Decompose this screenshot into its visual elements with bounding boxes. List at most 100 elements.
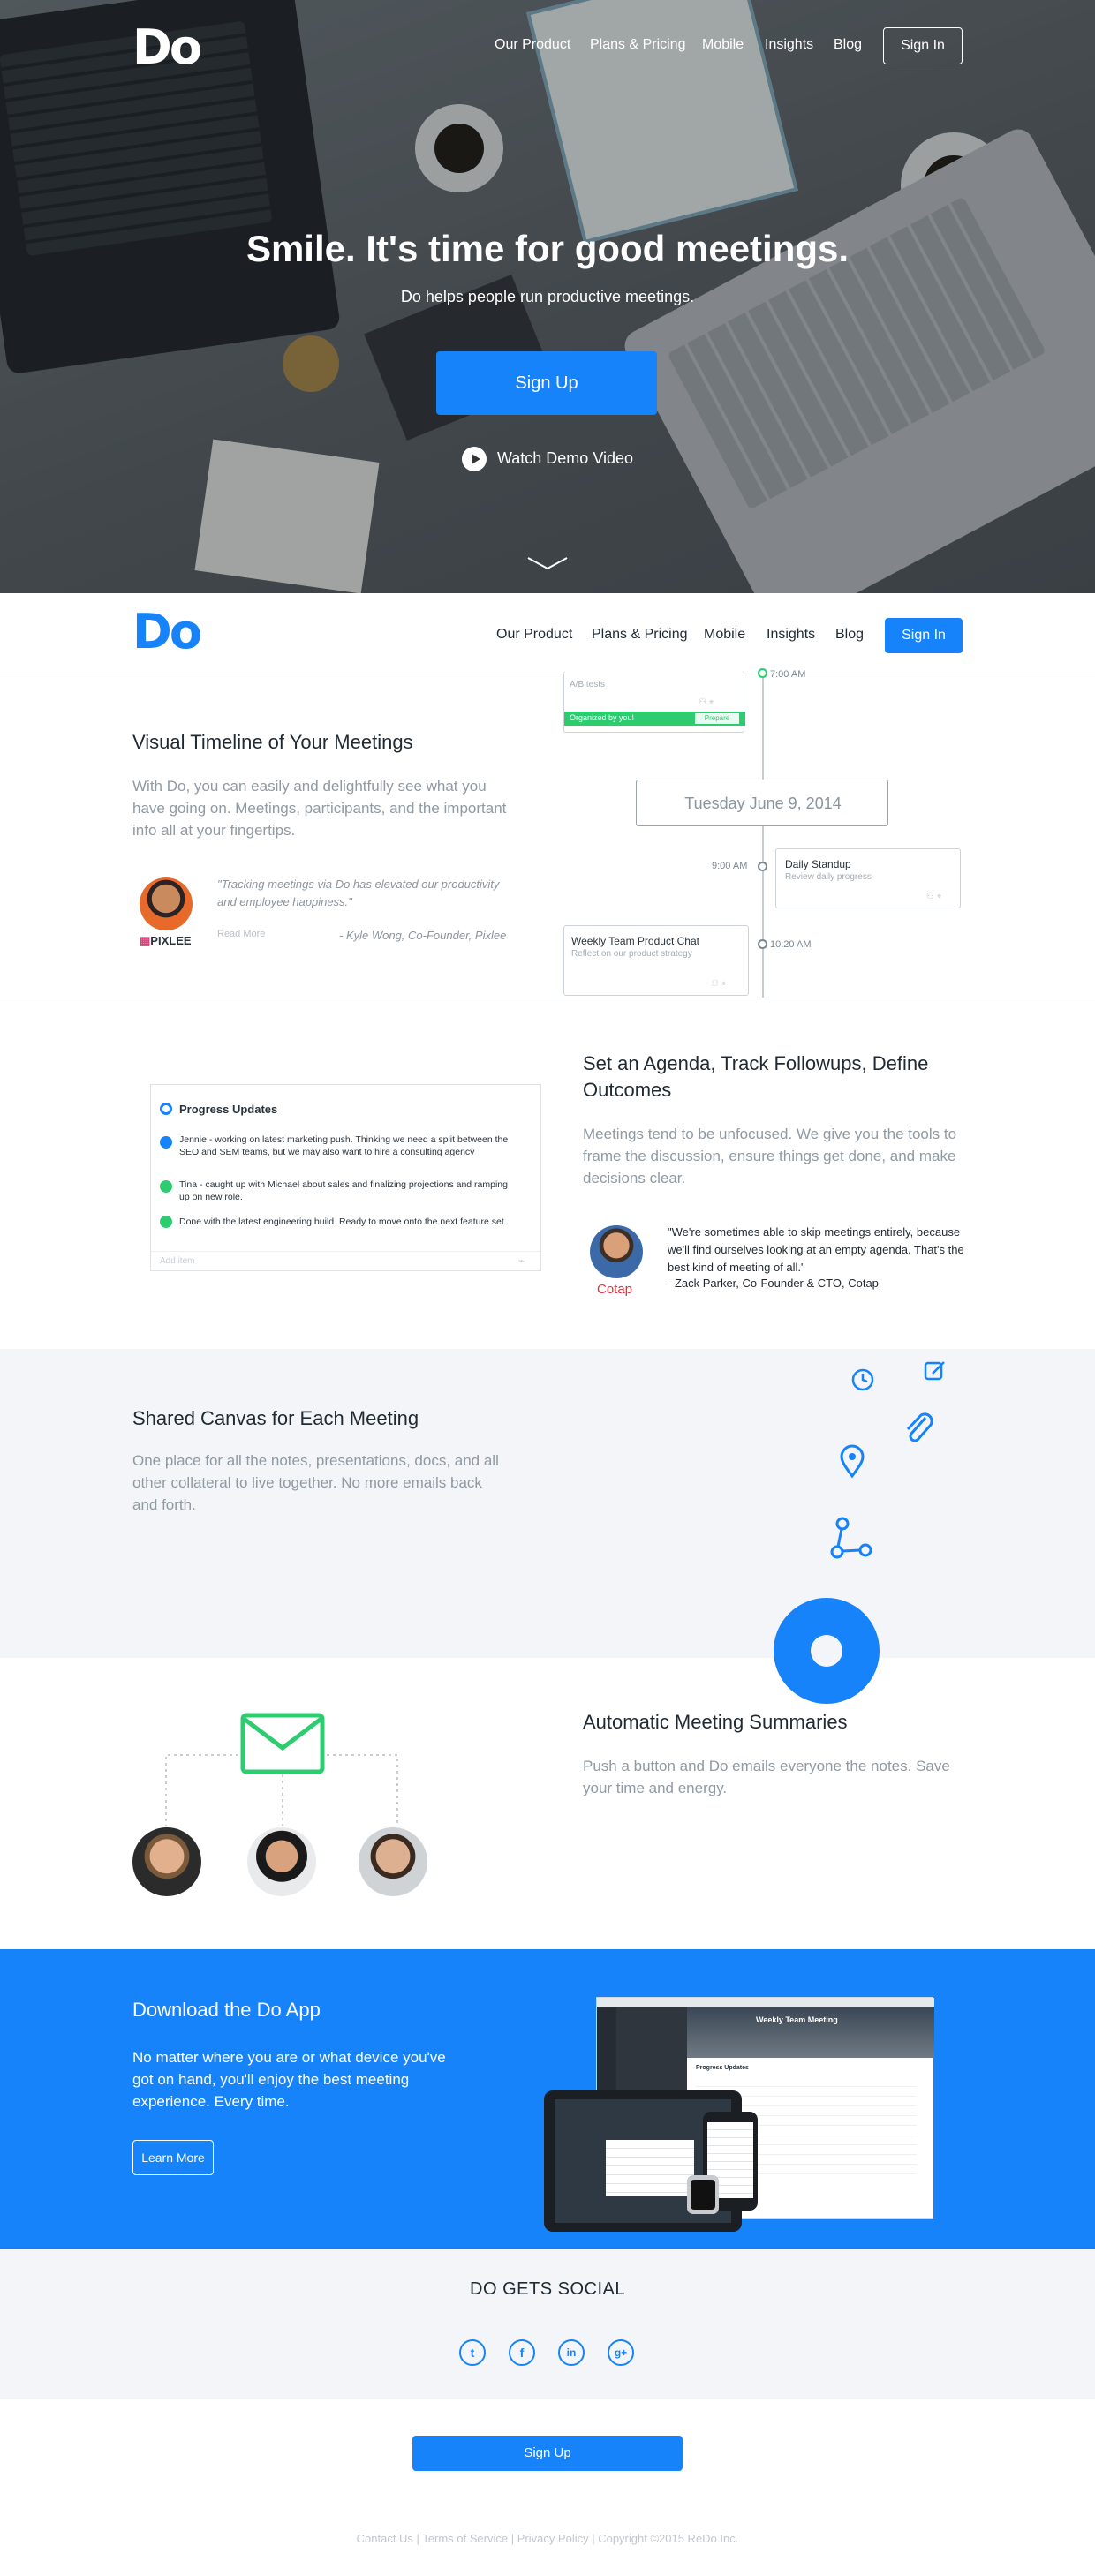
chevron-down-icon[interactable] [526,554,569,572]
meeting-title: Daily Standup [785,858,851,870]
people-icon: ⚇ ⌖ [699,697,714,707]
add-item-input[interactable]: Add item [160,1256,194,1266]
summaries-title: Automatic Meeting Summaries [583,1711,848,1733]
footer-signup-button[interactable]: Sign Up [412,2436,683,2471]
read-more-link[interactable]: Read More [217,929,265,939]
canvas-body: One place for all the notes, presentatio… [132,1452,499,1513]
meeting-title: Weekly Team Product Chat [571,935,699,947]
meeting-subtitle: Review daily progress [785,872,872,882]
agenda-item[interactable]: Tina - caught up with Michael about sale… [179,1179,515,1203]
people-icon: ⚇ ⌖ [926,892,942,901]
logo[interactable]: Do [132,21,202,74]
summaries-body: Push a button and Do emails everyone the… [583,1758,950,1796]
divider [151,1251,540,1252]
nav-plans-pricing[interactable]: Plans & Pricing [592,627,688,643]
prepare-button[interactable]: Prepare [695,713,739,724]
nav-insights[interactable]: Insights [766,627,815,643]
nav-blog[interactable]: Blog [835,627,864,643]
hero-section: Do Our Product Plans & Pricing Mobile In… [0,0,1095,593]
location-pin-icon [840,1444,865,1479]
signin-button[interactable]: Sign In [885,618,963,653]
clock-icon [851,1368,874,1391]
avatar-recipient-1 [132,1827,201,1896]
timeline-axis [762,674,764,998]
time-label-2: 10:20 AM [770,939,812,950]
paperclip-icon [906,1412,933,1442]
agenda-item[interactable]: Jennie - working on latest marketing pus… [179,1134,515,1158]
agenda-title: Set an Agenda, Track Followups, Define O… [583,1052,929,1101]
nav-mobile[interactable]: Mobile [702,37,744,53]
people-icon: ⚇ ⌖ [711,979,727,989]
avatar-zack-parker [590,1225,643,1278]
top-card-sub: A/B tests [570,680,606,689]
app-meeting-title: Weekly Team Meeting [756,2015,838,2024]
timeline-dot [758,862,767,871]
edit-icon [924,1361,945,1381]
meeting-subtitle: Reflect on our product strategy [571,949,692,959]
check-icon [160,1180,172,1193]
main-nav: Do Our Product Plans & Pricing Mobile In… [0,593,1095,674]
googleplus-icon[interactable]: g+ [608,2339,634,2366]
hero-signup-button[interactable]: Sign Up [436,351,657,415]
organized-banner: Organized by you! Prepare [564,712,745,726]
meeting-card-daily-standup[interactable]: Daily Standup Review daily progress ⚇ ⌖ [775,848,961,908]
agenda-icon [160,1103,172,1115]
date-header: Tuesday June 9, 2014 [636,780,888,826]
email-connector-lines [165,1754,398,1826]
nav-our-product[interactable]: Our Product [495,37,570,53]
timeline-card-top[interactable]: A/B tests ⚇ ⌖ Organized by you! Prepare [563,671,745,733]
organized-label: Organized by you! [570,713,635,722]
pixlee-logo: ▦PIXLEE [140,934,192,947]
timeline-dot [758,939,767,949]
date-label: Tuesday June 9, 2014 [684,795,842,812]
hero-nav: Do Our Product Plans & Pricing Mobile In… [0,0,1095,92]
nav-mobile[interactable]: Mobile [704,627,745,643]
timeline-quote: "Tracking meetings via Do has elevated o… [217,877,500,908]
watch-demo-label: Watch Demo Video [496,448,634,467]
timeline-dot [758,668,767,678]
social-title: DO GETS SOCIAL [470,2279,625,2299]
pixlee-logo-text: PIXLEE [150,934,192,947]
followup-icon [160,1136,172,1149]
watch-demo-link[interactable]: Watch Demo Video [0,447,1095,471]
cotap-logo: Cotap [597,1282,633,1297]
canvas-title: Shared Canvas for Each Meeting [132,1407,419,1429]
hero-title: Smile. It's time for good meetings. [245,228,850,269]
watch-app-mockup [687,2175,719,2214]
download-title: Download the Do App [132,1999,321,2021]
canvas-section: Shared Canvas for Each Meeting One place… [0,1349,1095,1704]
share-nodes-icon [830,1517,872,1559]
timeline-body: With Do, you can easily and delightfully… [132,778,507,839]
timeline-title: Visual Timeline of Your Meetings [132,731,413,753]
agenda-quote: "We're sometimes able to skip meetings e… [668,1225,964,1274]
play-icon [461,447,487,471]
paperclip-icon[interactable]: ⌁ [518,1254,525,1267]
nav-blog[interactable]: Blog [834,37,862,53]
agenda-body: Meetings tend to be unfocused. We give y… [583,1126,957,1186]
timeline-attribution: - Kyle Wong, Co-Founder, Pixlee [339,929,507,942]
social-section: DO GETS SOCIAL t f in g+ [0,2249,1095,2399]
learn-more-button[interactable]: Learn More [132,2140,214,2175]
facebook-icon[interactable]: f [509,2339,535,2366]
progress-updates-card: Progress Updates Jennie - working on lat… [150,1084,541,1271]
agenda-attribution: - Zack Parker, Co-Founder & CTO, Cotap [668,1277,879,1290]
meeting-card-weekly-team[interactable]: Weekly Team Product Chat Reflect on our … [563,925,749,996]
check-icon [160,1216,172,1228]
time-label-0: 7:00 AM [770,669,806,680]
download-section: Download the Do App No matter where you … [0,1949,1095,2249]
time-label-1: 9:00 AM [712,861,748,871]
nav-plans-pricing[interactable]: Plans & Pricing [590,37,686,53]
avatar-recipient-3 [359,1827,427,1896]
nav-insights[interactable]: Insights [765,37,813,53]
linkedin-icon[interactable]: in [558,2339,585,2366]
twitter-icon[interactable]: t [459,2339,486,2366]
nav-our-product[interactable]: Our Product [496,627,572,643]
agenda-item[interactable]: Done with the latest engineering build. … [179,1216,532,1228]
signin-button[interactable]: Sign In [883,27,963,64]
hero-subtitle: Do helps people run productive meetings. [400,288,695,305]
footer-links[interactable]: Contact Us | Terms of Service | Privacy … [0,2532,1095,2545]
logo[interactable]: Do [132,606,202,659]
avatar-recipient-2 [247,1827,316,1896]
download-body: No matter where you are or what device y… [132,2049,446,2110]
do-logo-circle-icon [774,1598,880,1704]
